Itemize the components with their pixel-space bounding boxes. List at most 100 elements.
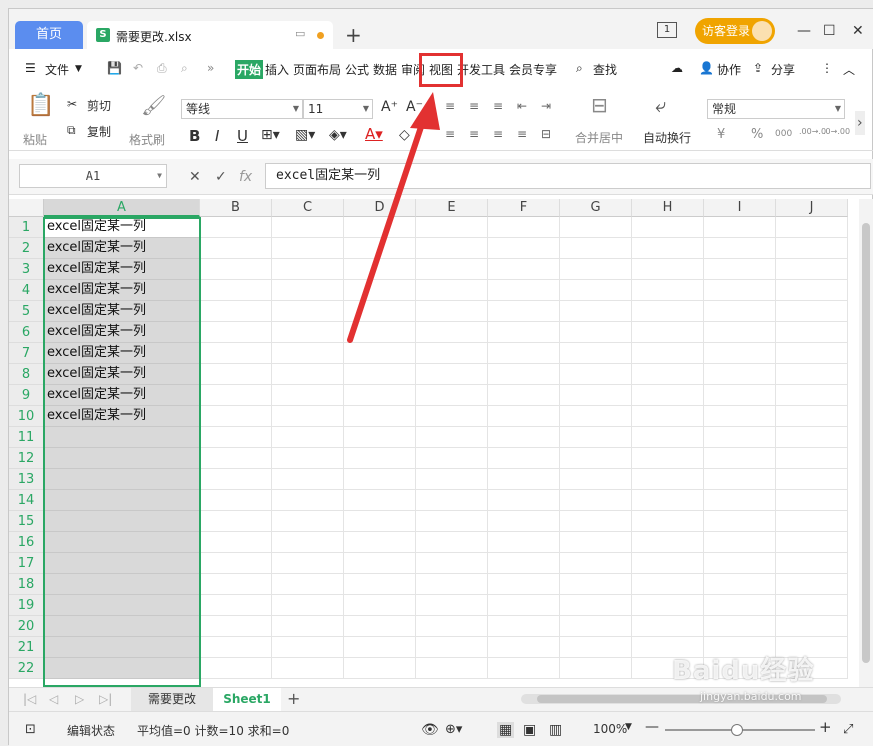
cell[interactable] <box>200 658 272 679</box>
row-header[interactable]: 2 <box>9 238 44 259</box>
cell-a[interactable] <box>44 490 200 511</box>
cell[interactable] <box>200 637 272 658</box>
cell[interactable] <box>632 595 704 616</box>
cell[interactable] <box>560 406 632 427</box>
cell[interactable] <box>272 637 344 658</box>
guest-login-button[interactable]: 访客登录 <box>695 18 775 44</box>
hamburger-icon[interactable]: ☰ <box>25 61 36 75</box>
tab-member[interactable]: 会员专享 <box>509 61 557 78</box>
save-icon[interactable]: 💾 <box>107 61 122 75</box>
cell[interactable] <box>416 301 488 322</box>
search-icon[interactable]: ⌕ <box>576 61 583 76</box>
cell[interactable] <box>632 406 704 427</box>
cell[interactable] <box>704 238 776 259</box>
cell[interactable] <box>632 280 704 301</box>
cell[interactable] <box>344 574 416 595</box>
share-button[interactable]: 分享 <box>771 61 795 78</box>
cell[interactable] <box>776 301 848 322</box>
cell[interactable] <box>200 280 272 301</box>
cell[interactable] <box>344 616 416 637</box>
row-header[interactable]: 14 <box>9 490 44 511</box>
next-sheet-icon[interactable]: ▷ <box>75 692 84 706</box>
cell[interactable] <box>200 532 272 553</box>
cell[interactable] <box>344 364 416 385</box>
cell-a[interactable]: excel固定某一列 <box>44 406 200 427</box>
cell[interactable] <box>344 511 416 532</box>
select-all-corner[interactable] <box>9 199 44 217</box>
decrease-decimal-button[interactable]: .0→.00 <box>823 127 850 136</box>
cell-a[interactable] <box>44 448 200 469</box>
fullscreen-icon[interactable]: ⤢ <box>843 722 853 737</box>
page-break-view-icon[interactable]: ▥ <box>549 722 562 738</box>
cell[interactable] <box>488 511 560 532</box>
row-header[interactable]: 6 <box>9 322 44 343</box>
cell[interactable] <box>416 511 488 532</box>
sheet-tab-need-change[interactable]: 需要更改 <box>131 688 213 711</box>
row-header[interactable]: 4 <box>9 280 44 301</box>
cell[interactable] <box>488 637 560 658</box>
thousands-button[interactable]: 000 <box>775 129 792 139</box>
cell[interactable] <box>416 364 488 385</box>
cell[interactable] <box>344 280 416 301</box>
cell[interactable] <box>776 238 848 259</box>
cell[interactable] <box>776 406 848 427</box>
eye-protection-icon[interactable]: 👁 <box>421 722 439 738</box>
outdent-icon[interactable]: ⇤ <box>517 99 527 113</box>
cell[interactable] <box>488 217 560 238</box>
cell[interactable] <box>632 343 704 364</box>
cell[interactable] <box>416 217 488 238</box>
cell[interactable] <box>344 469 416 490</box>
cell[interactable] <box>200 259 272 280</box>
file-tab[interactable]: S 需要更改.xlsx ▭ <box>87 21 333 49</box>
row-header[interactable]: 11 <box>9 427 44 448</box>
row-header[interactable]: 5 <box>9 301 44 322</box>
cell[interactable] <box>488 406 560 427</box>
cell[interactable] <box>776 532 848 553</box>
cell[interactable] <box>272 532 344 553</box>
merge-icon[interactable]: ⊟ <box>591 93 608 117</box>
cell[interactable] <box>272 574 344 595</box>
cell[interactable] <box>200 385 272 406</box>
cell[interactable] <box>632 490 704 511</box>
cell-a[interactable] <box>44 469 200 490</box>
tab-page-layout[interactable]: 页面布局 <box>293 61 341 78</box>
cell[interactable] <box>200 469 272 490</box>
cell[interactable] <box>632 427 704 448</box>
ribbon-scroll-right-icon[interactable]: › <box>855 111 865 135</box>
decrease-font-icon[interactable]: A⁻ <box>406 99 423 115</box>
cell[interactable] <box>344 238 416 259</box>
cell[interactable] <box>704 595 776 616</box>
cell[interactable] <box>272 259 344 280</box>
cell[interactable] <box>560 637 632 658</box>
wrap-text-icon[interactable]: ⤶ <box>655 93 666 117</box>
cell-a[interactable]: excel固定某一列 <box>44 301 200 322</box>
cell[interactable] <box>488 574 560 595</box>
cell[interactable] <box>488 280 560 301</box>
cell[interactable] <box>776 448 848 469</box>
cell[interactable] <box>704 385 776 406</box>
column-header-f[interactable]: F <box>488 199 560 217</box>
cell[interactable] <box>344 343 416 364</box>
cell[interactable] <box>632 511 704 532</box>
cell[interactable] <box>704 574 776 595</box>
cell[interactable] <box>704 301 776 322</box>
cell[interactable] <box>560 217 632 238</box>
cell[interactable] <box>200 574 272 595</box>
cell[interactable] <box>776 511 848 532</box>
cell[interactable] <box>704 448 776 469</box>
cell[interactable] <box>416 427 488 448</box>
cell-a[interactable] <box>44 427 200 448</box>
copy-button[interactable]: 复制 <box>87 123 111 140</box>
cell-a[interactable]: excel固定某一列 <box>44 322 200 343</box>
tab-data[interactable]: 数据 <box>373 61 397 78</box>
cancel-icon[interactable]: ✕ <box>189 169 201 185</box>
cell[interactable] <box>272 364 344 385</box>
cell[interactable] <box>416 469 488 490</box>
cell[interactable] <box>704 616 776 637</box>
merge-center-button[interactable]: 合并居中 <box>575 129 623 146</box>
row-header[interactable]: 17 <box>9 553 44 574</box>
column-header-j[interactable]: J <box>776 199 848 217</box>
cell[interactable] <box>272 322 344 343</box>
cell[interactable] <box>704 532 776 553</box>
cell[interactable] <box>488 364 560 385</box>
